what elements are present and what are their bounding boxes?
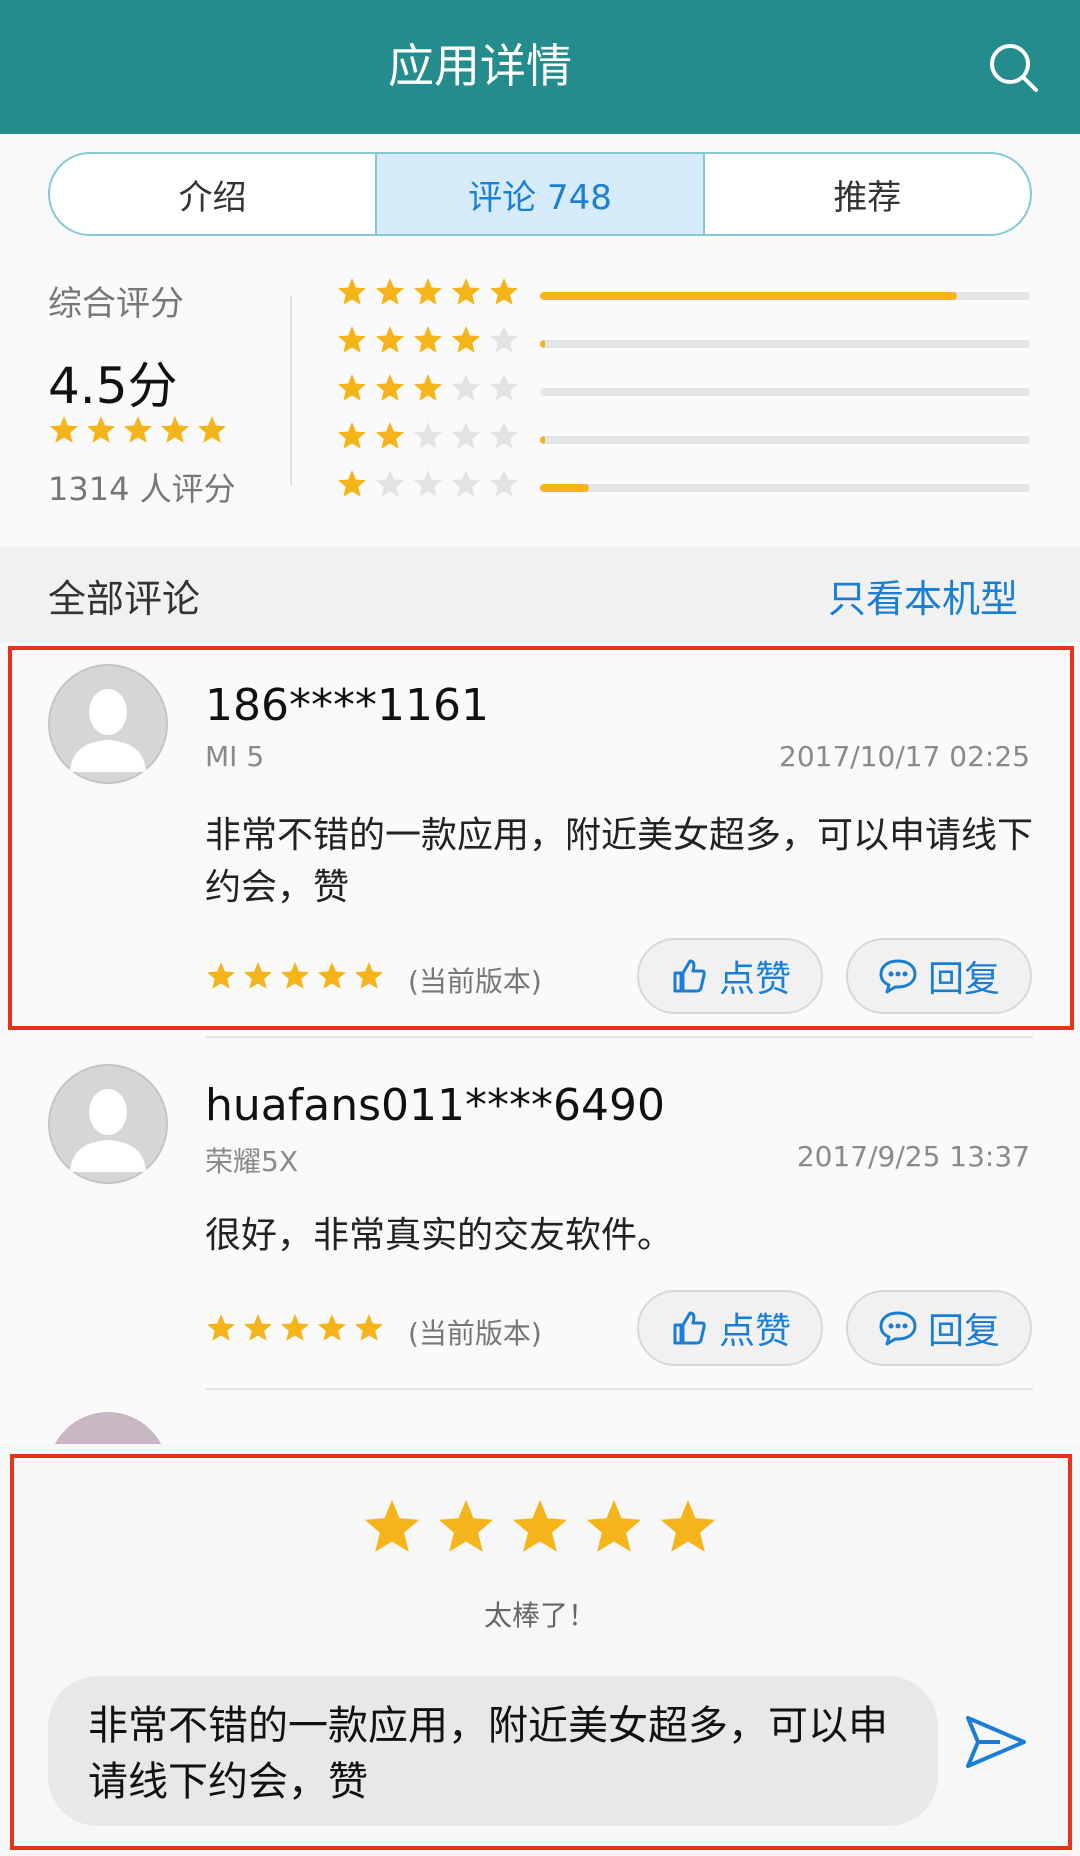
app-header: 应用详情 [0, 0, 1080, 134]
star-icon [490, 470, 518, 497]
review-item-partial [0, 1402, 1080, 1444]
review-device: 荣耀5X [205, 1145, 298, 1178]
review-stars [205, 1312, 385, 1344]
distribution-bar [540, 484, 1030, 492]
distribution-bar-fill [540, 484, 589, 492]
overall-score: 4.5分 [48, 357, 178, 415]
star-icon [376, 422, 404, 449]
distribution-bar-fill [540, 292, 957, 300]
star-icon [490, 278, 518, 305]
review-version: (当前版本) [408, 1317, 542, 1350]
distribution-bar [540, 292, 1030, 300]
star-icon [124, 416, 152, 443]
avatar [48, 1064, 168, 1184]
star-icon [376, 470, 404, 497]
highlight-box [10, 1454, 1072, 1850]
star-icon [318, 1314, 346, 1341]
star-icon [452, 278, 480, 305]
distribution-stars [336, 420, 520, 452]
star-icon [490, 374, 518, 401]
star-icon [452, 470, 480, 497]
rating-summary: 综合评分 4.5分 1314 人评分 [0, 236, 1080, 546]
rating-count: 1314 人评分 [48, 470, 236, 508]
star-icon [452, 374, 480, 401]
default-avatar-icon [48, 1064, 168, 1184]
tab-recommend[interactable]: 推荐 [702, 154, 1030, 234]
review-divider [205, 1036, 1033, 1038]
reviews-section-header: 全部评论 只看本机型 [0, 546, 1080, 642]
star-icon [490, 422, 518, 449]
star-icon [376, 374, 404, 401]
distribution-bar [540, 340, 1030, 348]
distribution-bar-fill [540, 340, 545, 348]
star-icon [355, 1314, 383, 1341]
star-icon [281, 1314, 309, 1341]
star-icon [198, 416, 226, 443]
distribution-stars [336, 324, 520, 356]
star-icon [490, 326, 518, 353]
search-icon[interactable] [980, 34, 1050, 104]
thumbs-up-icon [673, 1311, 706, 1345]
star-icon [207, 1314, 235, 1341]
tab-reviews[interactable]: 评论 748 [375, 154, 703, 234]
star-icon [414, 422, 442, 449]
review-text: 很好，非常真实的交友软件。 [205, 1215, 674, 1256]
overall-stars [48, 414, 228, 446]
all-reviews-title: 全部评论 [48, 577, 201, 621]
reply-button[interactable]: 回复 [846, 1290, 1032, 1366]
distribution-row-3 [336, 372, 1036, 412]
star-icon [414, 374, 442, 401]
avatar [48, 1412, 168, 1444]
distribution-row-2 [336, 420, 1036, 460]
star-icon [338, 278, 366, 305]
highlight-box [8, 646, 1074, 1030]
star-icon [244, 1314, 272, 1341]
star-icon [87, 416, 115, 443]
distribution-stars [336, 468, 520, 500]
distribution-bar-fill [540, 436, 545, 444]
star-icon [338, 422, 366, 449]
like-label: 点赞 [718, 1311, 791, 1352]
distribution-row-1 [336, 468, 1036, 508]
reply-label: 回复 [927, 1311, 1000, 1352]
star-icon [338, 470, 366, 497]
like-button[interactable]: 点赞 [637, 1290, 823, 1366]
chat-bubble-icon [879, 1311, 917, 1346]
distribution-row-4 [336, 324, 1036, 364]
review-username: huafans011****6490 [205, 1080, 665, 1131]
star-icon [338, 326, 366, 353]
star-icon [414, 278, 442, 305]
star-icon [376, 278, 404, 305]
page-title: 应用详情 [388, 39, 572, 93]
star-icon [50, 416, 78, 443]
distribution-stars [336, 372, 520, 404]
star-icon [338, 374, 366, 401]
star-icon [452, 422, 480, 449]
star-icon [414, 470, 442, 497]
summary-divider [290, 296, 292, 486]
distribution-row-5 [336, 276, 1036, 316]
overall-rating-label: 综合评分 [48, 284, 184, 324]
review-item: huafans011****6490 荣耀5X 2017/9/25 13:37 … [0, 1042, 1080, 1392]
review-divider [205, 1388, 1033, 1390]
star-icon [376, 326, 404, 353]
distribution-stars [336, 276, 520, 308]
star-icon [414, 326, 442, 353]
review-date: 2017/9/25 13:37 [796, 1140, 1030, 1173]
distribution-bar [540, 388, 1030, 396]
star-icon [452, 326, 480, 353]
detail-tabs: 介绍 评论 748 推荐 [48, 152, 1032, 236]
tab-intro[interactable]: 介绍 [50, 154, 375, 234]
star-icon [161, 416, 189, 443]
filter-my-device-link[interactable]: 只看本机型 [828, 568, 1018, 623]
distribution-bar [540, 436, 1030, 444]
